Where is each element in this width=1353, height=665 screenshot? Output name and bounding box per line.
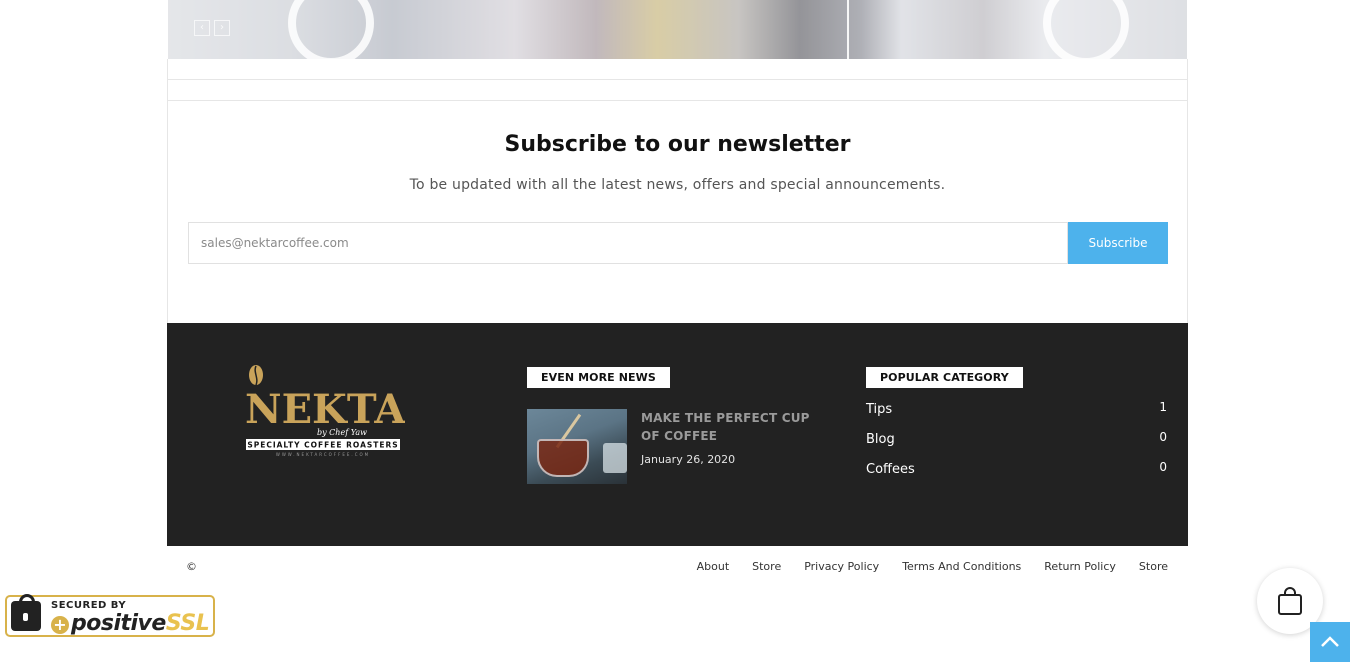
category-name: Blog <box>866 432 895 447</box>
category-name: Tips <box>866 402 893 417</box>
subscribe-button[interactable]: Subscribe <box>1068 222 1168 264</box>
ssl-secured-by-text: SECURED BY <box>51 600 127 611</box>
popular-category-heading: POPULAR CATEGORY <box>866 367 1023 388</box>
slider-prev-icon[interactable]: ‹ <box>194 20 210 36</box>
category-list: Tips 1 Blog 0 Coffees 0 <box>866 400 1167 491</box>
chevron-up-icon <box>1321 636 1339 647</box>
category-item-coffees[interactable]: Coffees 0 <box>866 460 1167 491</box>
shopping-bag-icon <box>1278 587 1302 615</box>
padlock-icon <box>11 594 41 631</box>
category-count: 0 <box>1159 460 1167 474</box>
post-image-slider[interactable]: ‹ › <box>168 0 1187 59</box>
nektar-logo[interactable]: NEKTAR by Chef Yaw SPECIALTY COFFEE ROAS… <box>245 365 405 457</box>
footer-link-privacy-policy[interactable]: Privacy Policy <box>804 560 879 573</box>
logo-url-text: WWW.NEKTARCOFFEE.COM <box>276 452 370 457</box>
logo-tagline: SPECIALTY COFFEE ROASTERS <box>247 441 398 450</box>
slider-arrows: ‹ › <box>194 20 230 36</box>
slider-next-icon[interactable]: › <box>214 20 230 36</box>
footer-link-about[interactable]: About <box>697 560 730 573</box>
plus-icon: + <box>51 616 69 634</box>
news-thumbnail[interactable] <box>527 409 627 484</box>
footer-link-store-2[interactable]: Store <box>1139 560 1168 573</box>
footer-menu: About Store Privacy Policy Terms And Con… <box>697 560 1168 573</box>
divider <box>167 79 1188 80</box>
category-item-blog[interactable]: Blog 0 <box>866 430 1167 461</box>
newsletter-form: Subscribe <box>188 222 1168 264</box>
copyright-text: © <box>186 560 197 573</box>
newsletter-title: Subscribe to our newsletter <box>504 132 851 157</box>
news-post-title[interactable]: MAKE THE PERFECT CUP OF COFFEE <box>641 409 831 445</box>
footer-link-return-policy[interactable]: Return Policy <box>1044 560 1116 573</box>
sub-footer: © About Store Privacy Policy Terms And C… <box>167 546 1188 590</box>
logo-script-text: by Chef Yaw <box>317 428 367 437</box>
logo-brand-text: NEKTAR <box>245 386 405 433</box>
category-item-tips[interactable]: Tips 1 <box>866 400 1167 431</box>
newsletter-subtitle: To be updated with all the latest news, … <box>409 177 946 193</box>
news-post-date: January 26, 2020 <box>641 453 736 466</box>
newsletter-email-input[interactable] <box>188 222 1068 264</box>
ssl-brand-text: positiveSSL <box>71 611 210 636</box>
footer-link-terms[interactable]: Terms And Conditions <box>902 560 1021 573</box>
footer: NEKTAR by Chef Yaw SPECIALTY COFFEE ROAS… <box>167 323 1188 546</box>
even-more-news-heading: EVEN MORE NEWS <box>527 367 670 388</box>
page-container: ‹ › Subscribe to our newsletter To be up… <box>167 0 1188 590</box>
category-count: 0 <box>1159 430 1167 444</box>
footer-link-store[interactable]: Store <box>752 560 781 573</box>
positive-ssl-badge[interactable]: SECURED BY + positiveSSL <box>5 594 215 637</box>
back-to-top-button[interactable] <box>1310 622 1350 662</box>
category-name: Coffees <box>866 462 915 477</box>
category-count: 1 <box>1159 400 1167 414</box>
divider <box>167 100 1188 101</box>
